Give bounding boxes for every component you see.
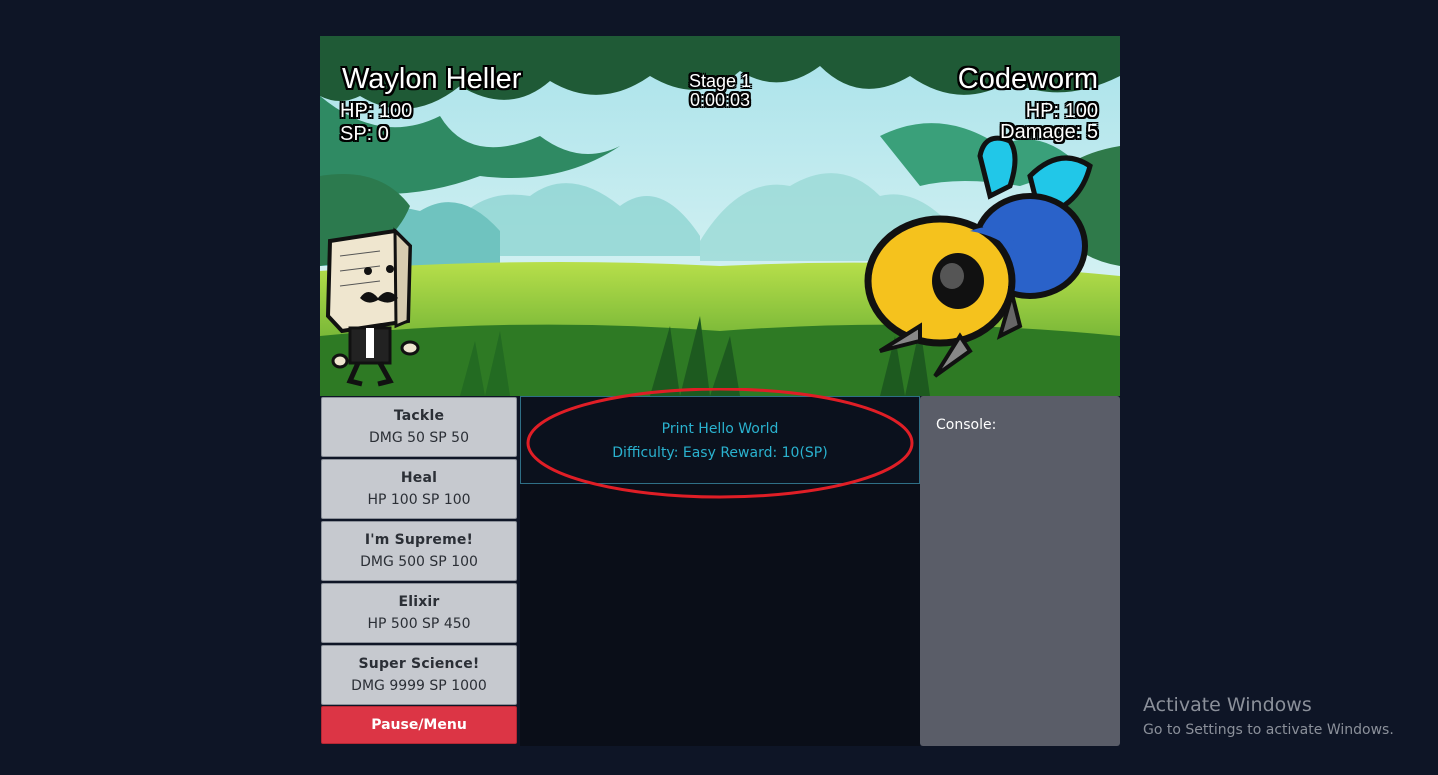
- move-stats: HP 100 SP 100: [367, 492, 471, 508]
- move-button-super-science[interactable]: Super Science! DMG 9999 SP 1000: [321, 645, 517, 705]
- player-hp: HP: 100: [340, 100, 413, 122]
- move-name: Elixir: [398, 594, 440, 610]
- challenge-card[interactable]: Print Hello World Difficulty: Easy Rewar…: [520, 396, 920, 484]
- challenge-title: Print Hello World: [661, 421, 779, 437]
- battle-scene: Waylon Heller HP: 100 SP: 0 Stage 1 0:00…: [320, 36, 1120, 396]
- player-name: Waylon Heller: [342, 63, 522, 95]
- watermark-title: Activate Windows: [1143, 694, 1312, 716]
- enemy-damage: Damage: 5: [1000, 121, 1098, 143]
- moves-panel: Tackle DMG 50 SP 50 Heal HP 100 SP 100 I…: [320, 396, 520, 746]
- stage-timer: 0:00:03: [689, 90, 751, 110]
- move-button-tackle[interactable]: Tackle DMG 50 SP 50: [321, 397, 517, 457]
- move-name: I'm Supreme!: [364, 532, 474, 548]
- challenge-panel: Print Hello World Difficulty: Easy Rewar…: [520, 396, 920, 746]
- console-panel: Console:: [920, 396, 1120, 746]
- move-name: Super Science!: [358, 656, 480, 672]
- game-container: Waylon Heller HP: 100 SP: 0 Stage 1 0:00…: [320, 36, 1120, 746]
- enemy-hp: HP: 100: [1025, 100, 1098, 122]
- move-stats: HP 500 SP 450: [367, 616, 471, 632]
- activate-windows-watermark: Activate Windows Go to Settings to activ…: [1143, 694, 1394, 738]
- watermark-subtitle: Go to Settings to activate Windows.: [1143, 722, 1394, 738]
- enemy-name: Codeworm: [957, 63, 1098, 95]
- move-stats: DMG 50 SP 50: [368, 430, 470, 446]
- move-button-im-supreme[interactable]: I'm Supreme! DMG 500 SP 100: [321, 521, 517, 581]
- move-button-heal[interactable]: Heal HP 100 SP 100: [321, 459, 517, 519]
- move-name: Tackle: [393, 408, 445, 424]
- move-stats: DMG 9999 SP 1000: [351, 678, 487, 694]
- player-sp: SP: 0: [340, 123, 389, 145]
- pause-menu-button[interactable]: Pause/Menu: [321, 706, 517, 744]
- console-label: Console:: [936, 417, 997, 433]
- move-button-elixir[interactable]: Elixir HP 500 SP 450: [321, 583, 517, 643]
- stage-label: Stage 1: [688, 71, 752, 91]
- move-name: Heal: [400, 470, 438, 486]
- challenge-info: Difficulty: Easy Reward: 10(SP): [612, 445, 828, 461]
- move-stats: DMG 500 SP 100: [360, 554, 478, 570]
